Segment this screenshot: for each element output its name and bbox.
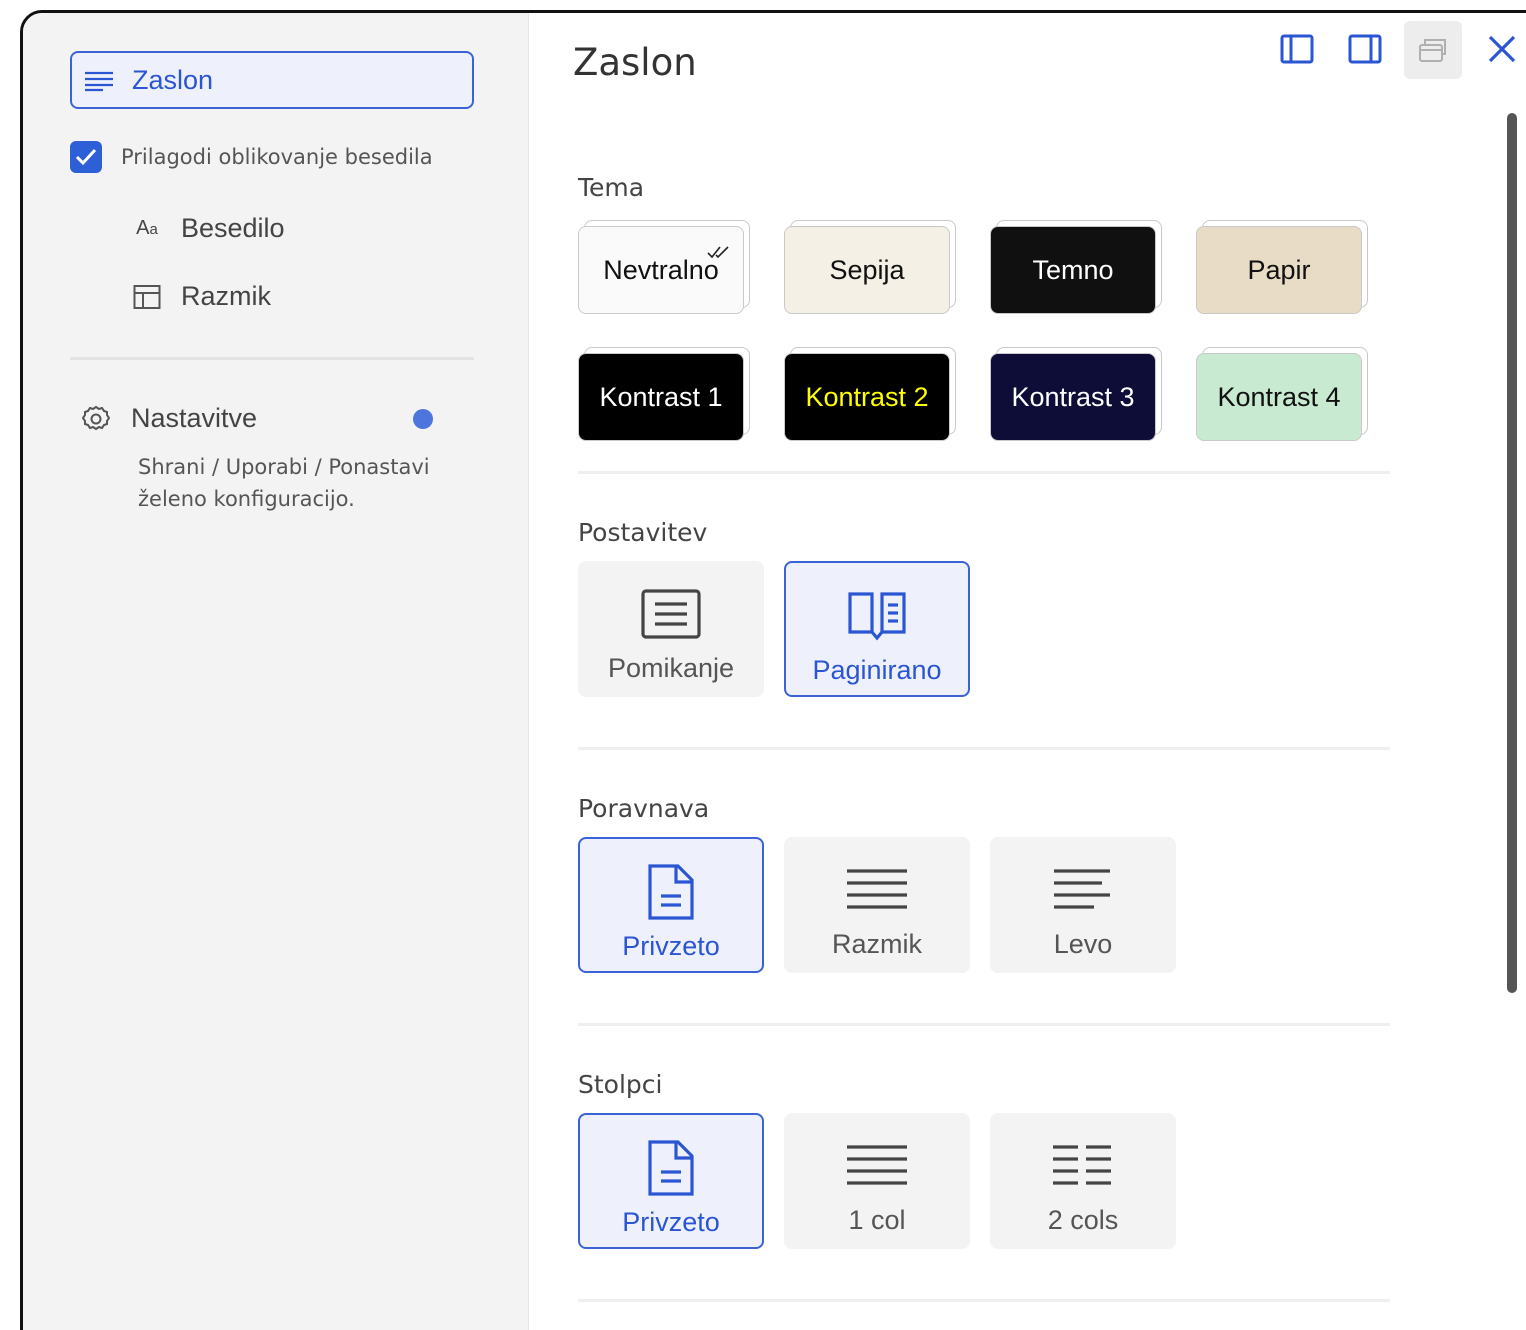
align-left-icon: [1054, 859, 1112, 921]
scrollbar[interactable]: [1507, 113, 1517, 993]
theme-option-sepija[interactable]: Sepija: [784, 226, 950, 314]
theme-option-papir[interactable]: Papir: [1196, 226, 1362, 314]
dock-left-icon: [1280, 34, 1314, 64]
theme-label: Papir: [1247, 254, 1311, 285]
double-check-icon: [707, 235, 731, 266]
checkbox-label: Prilagodi oblikovanje besedila: [121, 145, 433, 169]
dock-right-icon: [1348, 34, 1382, 64]
columns-option-2-cols[interactable]: 2 cols: [990, 1113, 1176, 1249]
section-title-alignment: Poravnava: [578, 794, 710, 823]
tile-label: 2 cols: [1047, 1205, 1119, 1235]
section-divider: [578, 1299, 1390, 1302]
page-title: Zaslon: [573, 41, 697, 84]
checkbox[interactable]: [70, 141, 102, 173]
alignment-option-privzeto[interactable]: Privzeto: [578, 837, 764, 973]
section-divider: [578, 1023, 1390, 1026]
file-icon: [646, 861, 696, 923]
status-dot: [413, 409, 433, 429]
theme-option-kontrast-1[interactable]: Kontrast 1: [578, 353, 744, 441]
close-button[interactable]: [1482, 29, 1522, 69]
align-left-icon: [84, 68, 116, 92]
tile-label: Levo: [1053, 929, 1113, 959]
layout-option-pomikanje[interactable]: Pomikanje: [578, 561, 764, 697]
document-lines-icon: [641, 583, 701, 645]
theme-option-kontrast-3[interactable]: Kontrast 3: [990, 353, 1156, 441]
settings-window: Zaslon Prilagodi oblikovanje besedila Aa…: [20, 10, 1526, 1330]
restore-window-icon: [1419, 39, 1446, 62]
check-icon: [75, 148, 97, 166]
close-icon: [1488, 35, 1516, 63]
sidebar-item-besedilo[interactable]: Aa Besedilo: [131, 213, 285, 244]
alignment-option-levo[interactable]: Levo: [990, 837, 1176, 973]
section-title-columns: Stolpci: [578, 1070, 663, 1099]
gear-icon: [81, 404, 111, 434]
section-divider: [578, 747, 1390, 750]
theme-label: Kontrast 3: [1011, 381, 1135, 412]
restore-window-button[interactable]: [1404, 21, 1462, 79]
tile-label: 1 col: [848, 1205, 906, 1235]
sidebar-item-razmik[interactable]: Razmik: [131, 281, 271, 312]
theme-label: Kontrast 2: [805, 381, 929, 412]
theme-label: Kontrast 1: [599, 381, 723, 412]
theme-label: Kontrast 4: [1217, 381, 1341, 412]
one-column-icon: [847, 1135, 907, 1197]
dock-left-button[interactable]: [1277, 29, 1317, 69]
two-columns-icon: [1053, 1135, 1113, 1197]
columns-option-privzeto[interactable]: Privzeto: [578, 1113, 764, 1249]
layout-option-paginirano[interactable]: Paginirano: [784, 561, 970, 697]
section-title-theme: Tema: [578, 173, 645, 202]
sidebar-item-zaslon[interactable]: Zaslon: [70, 51, 474, 109]
theme-option-nevtralno[interactable]: Nevtralno: [578, 226, 744, 314]
settings-label: Nastavitve: [131, 403, 258, 433]
theme-label: Temno: [1032, 254, 1114, 285]
dock-right-button[interactable]: [1345, 29, 1385, 69]
sidebar-item-label: Besedilo: [181, 213, 285, 243]
open-book-icon: [847, 585, 907, 647]
theme-option-kontrast-2[interactable]: Kontrast 2: [784, 353, 950, 441]
theme-option-temno[interactable]: Temno: [990, 226, 1156, 314]
section-title-layout: Postavitev: [578, 518, 708, 547]
theme-label: Sepija: [829, 254, 905, 285]
tile-label: Pomikanje: [607, 653, 735, 683]
tile-label: Paginirano: [812, 655, 942, 685]
sidebar-item-nastavitve[interactable]: Nastavitve: [81, 403, 441, 434]
layout-icon: [131, 283, 163, 311]
justify-icon: [847, 859, 907, 921]
section-divider: [578, 471, 1390, 474]
customize-text-toggle[interactable]: Prilagodi oblikovanje besedila: [70, 141, 433, 173]
alignment-option-razmik[interactable]: Razmik: [784, 837, 970, 973]
sidebar-item-label: Razmik: [181, 281, 272, 311]
sidebar: Zaslon Prilagodi oblikovanje besedila Aa…: [23, 13, 529, 1330]
theme-label: Nevtralno: [603, 254, 719, 285]
tile-label: Razmik: [831, 929, 922, 959]
main-panel: Zaslon Tema Nevtralno Sepija Temno Papir…: [530, 13, 1526, 1330]
tile-label: Privzeto: [622, 931, 720, 961]
settings-description: Shrani / Uporabi / Ponastavi želeno konf…: [138, 455, 430, 511]
divider: [70, 357, 474, 360]
file-icon: [646, 1137, 696, 1199]
sidebar-item-label: Zaslon: [132, 64, 214, 95]
text-size-icon: Aa: [136, 217, 158, 239]
theme-option-kontrast-4[interactable]: Kontrast 4: [1196, 353, 1362, 441]
columns-option-1-col[interactable]: 1 col: [784, 1113, 970, 1249]
tile-label: Privzeto: [622, 1207, 720, 1237]
